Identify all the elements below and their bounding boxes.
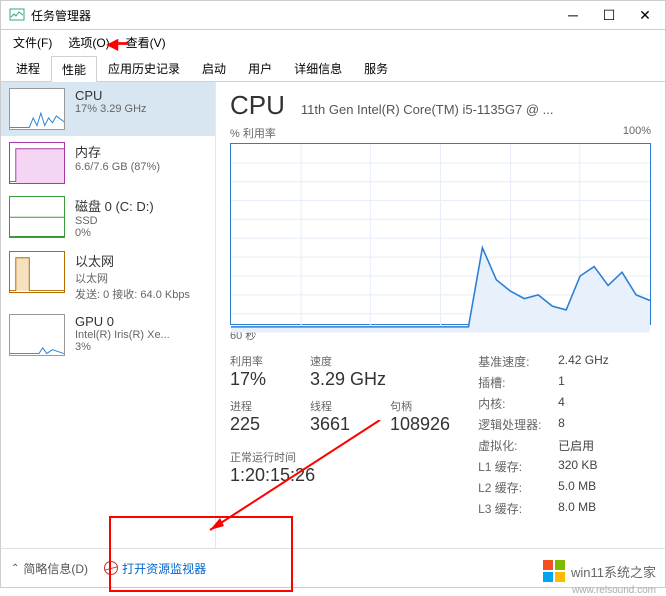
proc-value: 225 (230, 414, 290, 435)
gpu-sub1: Intel(R) Iris(R) Xe... (75, 329, 207, 341)
sidebar-item-cpu[interactable]: CPU 17% 3.29 GHz (1, 82, 215, 136)
window-title: 任务管理器 (31, 7, 561, 24)
chart-ymax: 100% (623, 125, 651, 141)
memory-thumbnail (9, 142, 65, 184)
handles-label: 句柄 (390, 398, 450, 414)
util-label: 利用率 (230, 353, 290, 369)
main-subtitle: 11th Gen Intel(R) Core(TM) i5-1135G7 @ .… (301, 102, 554, 117)
ethernet-thumbnail (9, 251, 65, 293)
gpu-title: GPU 0 (75, 314, 207, 329)
memory-title: 内存 (75, 142, 207, 161)
proc-label: 进程 (230, 398, 290, 414)
sidebar-item-memory[interactable]: 内存 6.6/7.6 GB (87%) (1, 136, 215, 190)
speed-label: 速度 (310, 353, 386, 369)
threads-label: 线程 (310, 398, 370, 414)
tab-details[interactable]: 详细信息 (283, 55, 353, 81)
sidebar-item-disk[interactable]: 磁盘 0 (C: D:) SSD 0% (1, 190, 215, 245)
resource-monitor-link[interactable]: 打开资源监视器 (104, 560, 206, 577)
cpu-sub: 17% 3.29 GHz (75, 103, 207, 115)
menubar: 文件(F) 选项(O) 查看(V) ◀━ (0, 30, 666, 54)
disk-sub2: 0% (75, 227, 207, 239)
sidebar-item-ethernet[interactable]: 以太网 以太网 发送: 0 接收: 64.0 Kbps (1, 245, 215, 308)
tab-users[interactable]: 用户 (237, 55, 283, 81)
tab-performance[interactable]: 性能 (51, 56, 97, 82)
ethernet-sub1: 以太网 (75, 270, 207, 286)
brief-info-link[interactable]: ⌃ 简略信息(D) (11, 560, 88, 577)
memory-sub: 6.6/7.6 GB (87%) (75, 161, 207, 173)
sidebar: CPU 17% 3.29 GHz 内存 6.6/7.6 GB (87%) 磁盘 … (1, 82, 216, 548)
minimize-button[interactable]: ─ (561, 3, 585, 27)
cpu-thumbnail (9, 88, 65, 130)
tab-app-history[interactable]: 应用历史记录 (97, 55, 191, 81)
main-panel: CPU 11th Gen Intel(R) Core(TM) i5-1135G7… (216, 82, 665, 548)
stats-right: 基准速度:2.42 GHz 插槽:1 内核:4 逻辑处理器:8 虚拟化:已启用 … (478, 353, 609, 521)
tab-services[interactable]: 服务 (353, 55, 399, 81)
chart-ylabel: % 利用率 (230, 125, 276, 141)
resmon-icon (104, 561, 118, 575)
disk-sub1: SSD (75, 215, 207, 227)
cpu-title: CPU (75, 88, 207, 103)
gpu-sub2: 3% (75, 341, 207, 353)
ethernet-sub2: 发送: 0 接收: 64.0 Kbps (75, 286, 207, 302)
gpu-thumbnail (9, 314, 65, 356)
tab-processes[interactable]: 进程 (5, 55, 51, 81)
sidebar-item-gpu[interactable]: GPU 0 Intel(R) Iris(R) Xe... 3% (1, 308, 215, 362)
windows-logo-icon (543, 560, 565, 582)
ethernet-title: 以太网 (75, 251, 207, 270)
content: CPU 17% 3.29 GHz 内存 6.6/7.6 GB (87%) 磁盘 … (0, 82, 666, 548)
watermark: win11系统之家 (543, 560, 656, 582)
threads-value: 3661 (310, 414, 370, 435)
close-button[interactable]: ✕ (633, 3, 657, 27)
menu-file[interactable]: 文件(F) (5, 32, 60, 53)
annotation-arrow-icon: ◀━ (106, 34, 128, 54)
handles-value: 108926 (390, 414, 450, 435)
util-value: 17% (230, 369, 290, 390)
disk-title: 磁盘 0 (C: D:) (75, 196, 207, 215)
cpu-chart (230, 143, 651, 325)
uptime-value: 1:20:15:26 (230, 465, 450, 486)
chevron-down-icon: ⌃ (11, 563, 19, 574)
tabbar: 进程 性能 应用历史记录 启动 用户 详细信息 服务 (0, 54, 666, 82)
uptime-label: 正常运行时间 (230, 449, 450, 465)
speed-value: 3.29 GHz (310, 369, 386, 390)
tab-startup[interactable]: 启动 (191, 55, 237, 81)
app-icon (9, 7, 25, 23)
titlebar: 任务管理器 ─ ☐ ✕ (0, 0, 666, 30)
watermark-url: www.relsound.com (572, 585, 656, 596)
main-title: CPU (230, 90, 285, 121)
disk-thumbnail (9, 196, 65, 238)
maximize-button[interactable]: ☐ (597, 3, 621, 27)
